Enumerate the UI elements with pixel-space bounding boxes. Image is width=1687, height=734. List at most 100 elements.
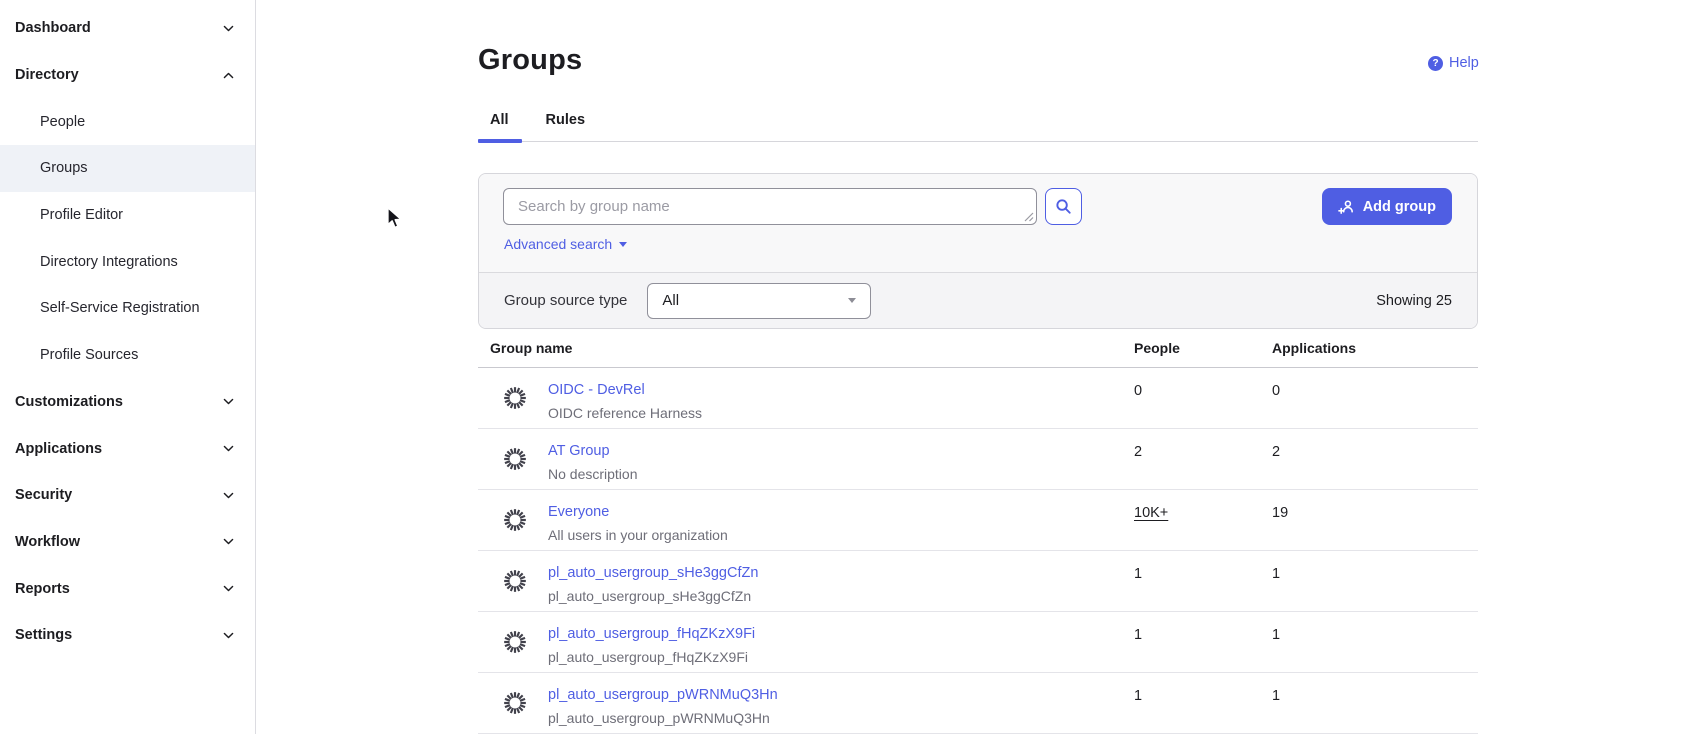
chevron-down-icon xyxy=(222,582,235,595)
applications-count-cell: 2 xyxy=(1272,443,1478,461)
filter-bar: Group source type All Showing 25 xyxy=(479,273,1477,328)
table-row: OIDC - DevRel OIDC reference Harness 0 0 xyxy=(478,368,1478,429)
header-applications: Applications xyxy=(1272,340,1478,356)
chevron-down-icon xyxy=(222,629,235,642)
people-count-cell: 2 xyxy=(1134,443,1272,461)
search-filter-card: Advanced search Add group Group source t… xyxy=(478,173,1478,329)
group-name-link[interactable]: Everyone xyxy=(548,504,728,520)
group-name-link[interactable]: pl_auto_usergroup_pWRNMuQ3Hn xyxy=(548,687,778,703)
group-name-cell: pl_auto_usergroup_sHe3ggCfZn pl_auto_use… xyxy=(478,565,1134,604)
sidebar-item-settings[interactable]: Settings xyxy=(0,612,255,659)
advanced-search-link[interactable]: Advanced search xyxy=(504,236,627,252)
group-name-cell: AT Group No description xyxy=(478,443,1134,482)
sidebar-item-label: Profile Editor xyxy=(40,207,123,223)
group-name-cell: Everyone All users in your organization xyxy=(478,504,1134,543)
people-count-cell: 0 xyxy=(1134,382,1272,400)
sidebar-item-customizations[interactable]: Customizations xyxy=(0,379,255,426)
sidebar-item-label: People xyxy=(40,114,85,130)
sidebar-item-label: Groups xyxy=(40,160,88,176)
sidebar-item-directory-integrations[interactable]: Directory Integrations xyxy=(0,238,255,285)
sidebar-item-dashboard[interactable]: Dashboard xyxy=(0,5,255,52)
group-description: pl_auto_usergroup_fHqZKzX9Fi xyxy=(548,649,755,665)
sidebar-item-directory[interactable]: Directory xyxy=(0,52,255,99)
chevron-down-icon xyxy=(222,489,235,502)
sidebar-item-reports[interactable]: Reports xyxy=(0,565,255,612)
group-name-link[interactable]: pl_auto_usergroup_fHqZKzX9Fi xyxy=(548,626,755,642)
group-icon xyxy=(502,568,528,594)
sidebar-item-label: Dashboard xyxy=(15,20,222,36)
sidebar-item-applications[interactable]: Applications xyxy=(0,425,255,472)
sidebar-item-label: Reports xyxy=(15,581,222,597)
header-group-name: Group name xyxy=(478,340,1134,356)
sidebar-item-label: Workflow xyxy=(15,534,222,550)
table-body: OIDC - DevRel OIDC reference Harness 0 0 xyxy=(478,368,1478,734)
add-group-label: Add group xyxy=(1363,199,1436,215)
group-description: pl_auto_usergroup_sHe3ggCfZn xyxy=(548,588,758,604)
search-button[interactable] xyxy=(1045,188,1082,225)
showing-count: Showing 25 xyxy=(1376,293,1452,309)
chevron-down-icon xyxy=(222,535,235,548)
group-source-type-label: Group source type xyxy=(504,292,627,309)
group-name-cell: pl_auto_usergroup_fHqZKzX9Fi pl_auto_use… xyxy=(478,626,1134,665)
group-name-link[interactable]: OIDC - DevRel xyxy=(548,382,702,398)
applications-count-cell: 1 xyxy=(1272,626,1478,644)
search-section: Advanced search Add group xyxy=(479,174,1477,273)
search-icon xyxy=(1055,198,1072,215)
people-count-cell: 1 xyxy=(1134,565,1272,583)
table-row: pl_auto_usergroup_sHe3ggCfZn pl_auto_use… xyxy=(478,551,1478,612)
selected-option: All xyxy=(662,292,679,309)
group-source-type-select[interactable]: All xyxy=(647,283,871,319)
applications-count-cell: 19 xyxy=(1272,504,1478,522)
chevron-up-icon xyxy=(222,69,235,82)
advanced-search-label: Advanced search xyxy=(504,236,612,252)
sidebar-item-label: Directory xyxy=(15,67,222,83)
sidebar-item-people[interactable]: People xyxy=(0,98,255,145)
sidebar-item-label: Security xyxy=(15,487,222,503)
add-group-button[interactable]: Add group xyxy=(1322,188,1452,225)
sidebar-item-profile-sources[interactable]: Profile Sources xyxy=(0,332,255,379)
search-input[interactable] xyxy=(503,188,1037,225)
dropdown-caret-icon xyxy=(848,298,856,303)
table-row: pl_auto_usergroup_fHqZKzX9Fi pl_auto_use… xyxy=(478,612,1478,673)
group-icon xyxy=(502,629,528,655)
group-name-cell: pl_auto_usergroup_pWRNMuQ3Hn pl_auto_use… xyxy=(478,687,1134,726)
sidebar-item-self-service-registration[interactable]: Self-Service Registration xyxy=(0,285,255,332)
tab-rules[interactable]: Rules xyxy=(546,112,586,141)
sidebar-item-label: Self-Service Registration xyxy=(40,300,200,316)
group-description: All users in your organization xyxy=(548,527,728,543)
group-icon xyxy=(502,385,528,411)
header-people: People xyxy=(1134,340,1272,356)
help-question-icon: ? xyxy=(1428,56,1443,71)
mouse-cursor xyxy=(386,207,404,231)
people-count-cell: 1 xyxy=(1134,687,1272,705)
sidebar-item-security[interactable]: Security xyxy=(0,472,255,519)
table-row: pl_auto_usergroup_pWRNMuQ3Hn pl_auto_use… xyxy=(478,673,1478,734)
sidebar-nav: Dashboard Directory People Groups Profil… xyxy=(0,0,256,734)
sidebar-item-label: Profile Sources xyxy=(40,347,138,363)
people-count-cell: 1 xyxy=(1134,626,1272,644)
applications-count-cell: 0 xyxy=(1272,382,1478,400)
sidebar-item-groups[interactable]: Groups xyxy=(0,145,255,192)
group-description: pl_auto_usergroup_pWRNMuQ3Hn xyxy=(548,710,778,726)
groups-table: Group name People Applications OIDC - xyxy=(478,329,1478,734)
tab-all[interactable]: All xyxy=(490,112,509,141)
group-name-cell: OIDC - DevRel OIDC reference Harness xyxy=(478,382,1134,421)
sidebar-item-label: Settings xyxy=(15,627,222,643)
group-icon xyxy=(502,690,528,716)
group-name-link[interactable]: AT Group xyxy=(548,443,638,459)
caret-down-icon xyxy=(619,242,627,247)
chevron-down-icon xyxy=(222,395,235,408)
table-row: AT Group No description 2 2 xyxy=(478,429,1478,490)
group-icon xyxy=(502,446,528,472)
help-link[interactable]: ? Help xyxy=(1428,55,1479,71)
group-description: OIDC reference Harness xyxy=(548,405,702,421)
sidebar-item-workflow[interactable]: Workflow xyxy=(0,519,255,566)
applications-count-cell: 1 xyxy=(1272,687,1478,705)
page-title: Groups xyxy=(478,44,582,77)
group-name-link[interactable]: pl_auto_usergroup_sHe3ggCfZn xyxy=(548,565,758,581)
sidebar-item-label: Directory Integrations xyxy=(40,254,178,270)
sidebar-item-label: Customizations xyxy=(15,394,222,410)
sidebar-item-profile-editor[interactable]: Profile Editor xyxy=(0,192,255,239)
group-description: No description xyxy=(548,466,638,482)
table-header: Group name People Applications xyxy=(478,329,1478,368)
